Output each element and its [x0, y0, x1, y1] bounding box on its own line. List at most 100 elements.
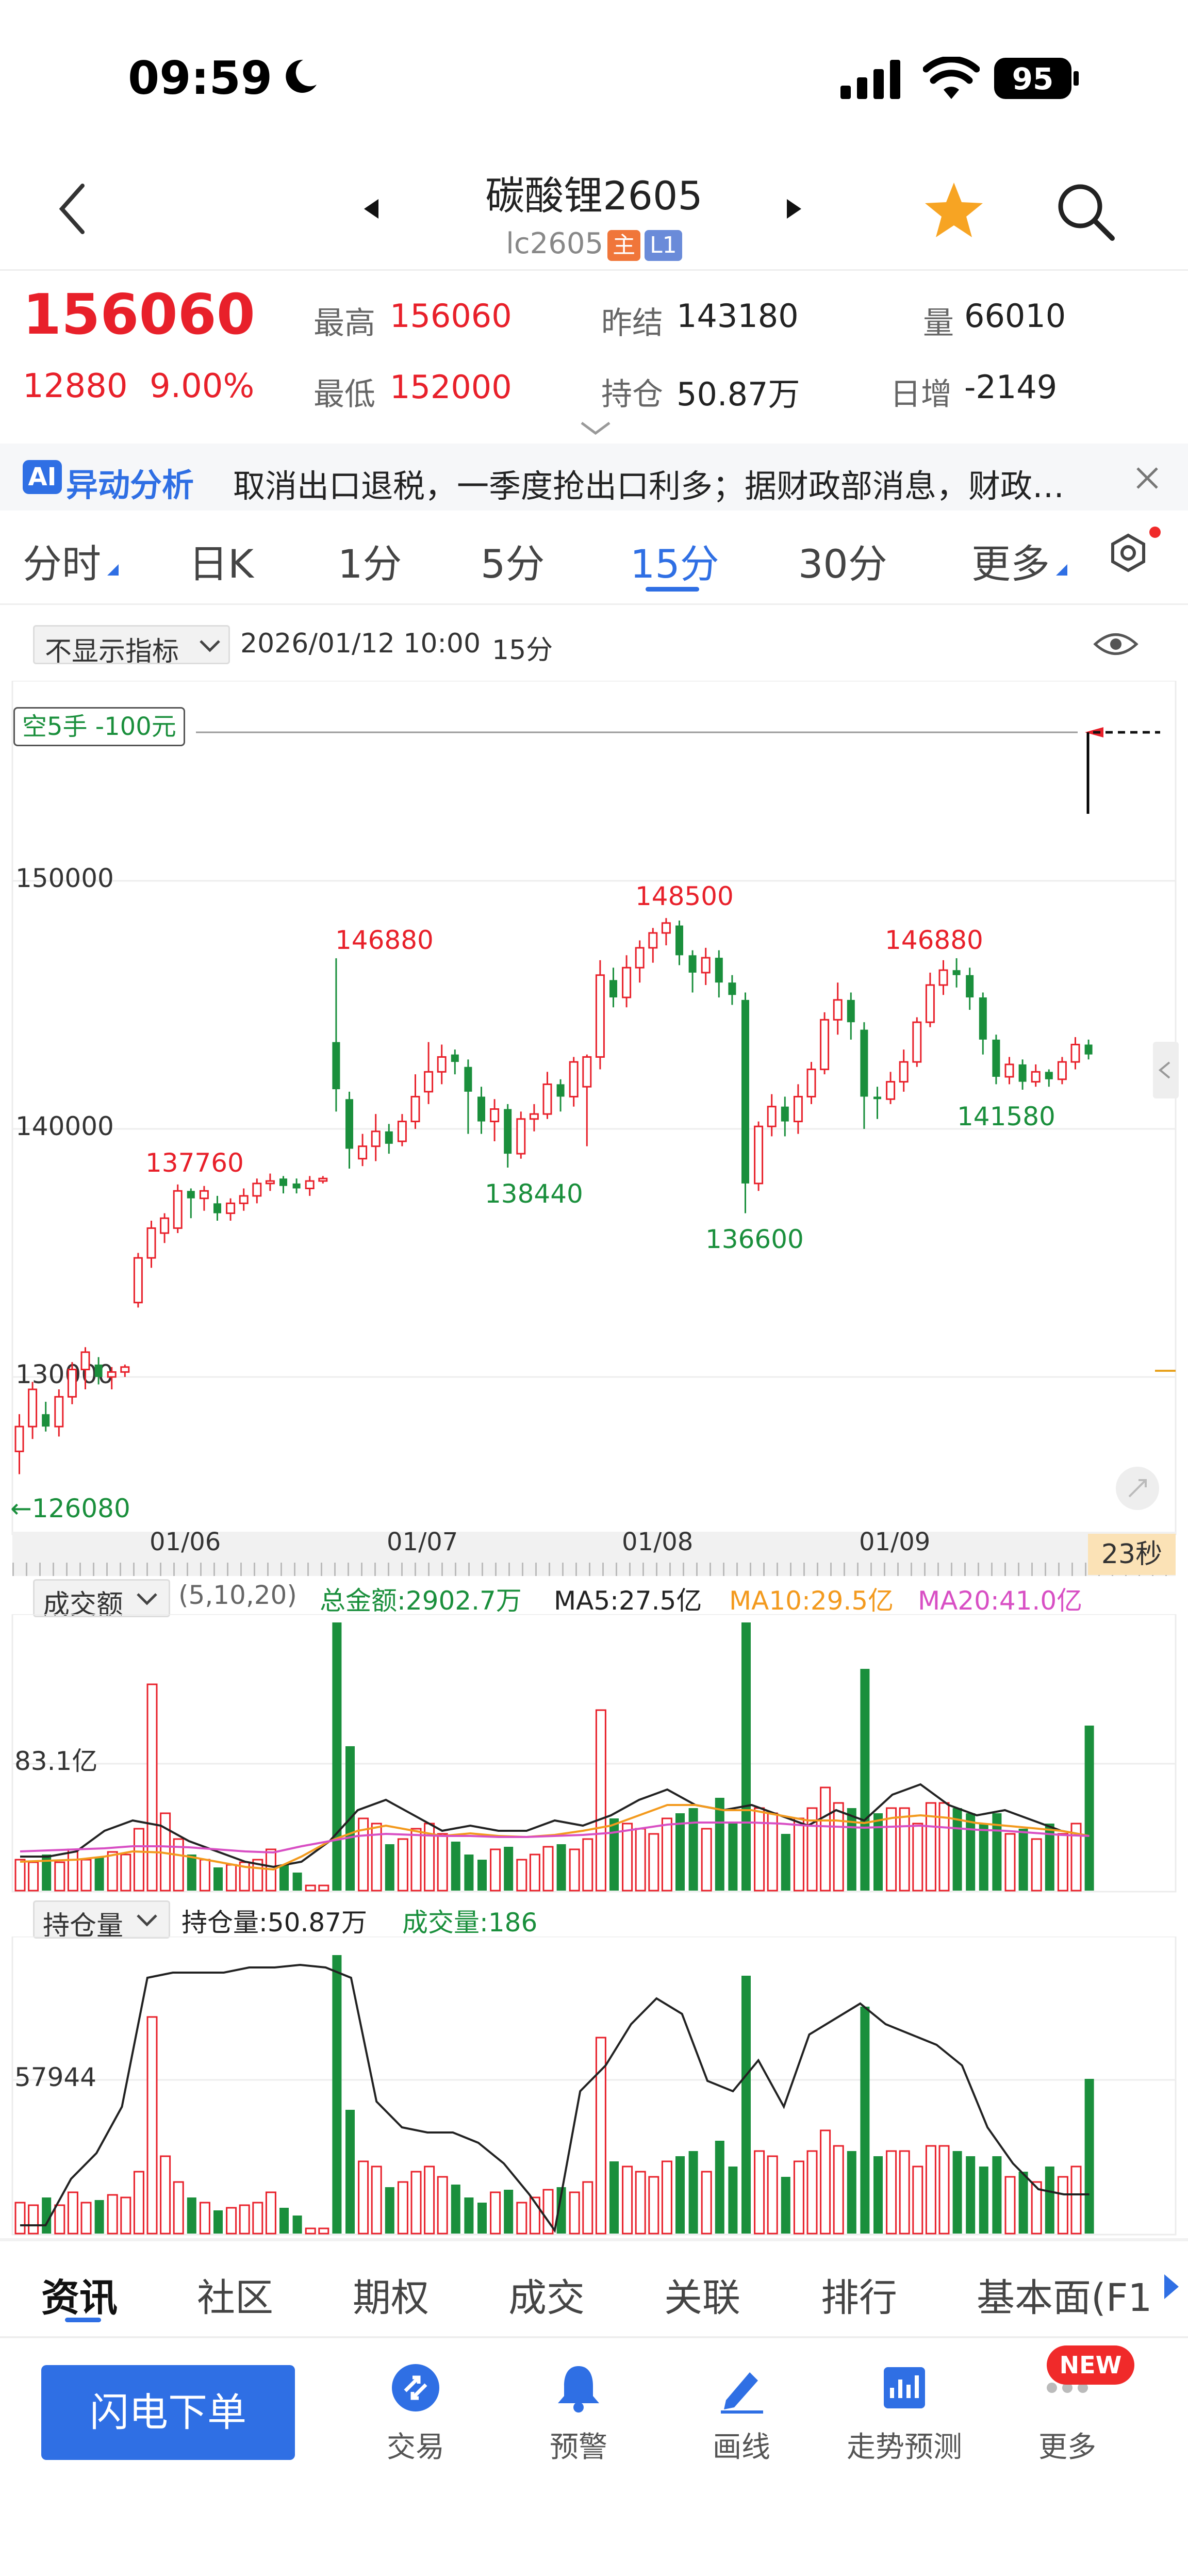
- volume-bar: [966, 2156, 976, 2234]
- next-contract-icon[interactable]: [784, 196, 804, 222]
- tab-daily-k[interactable]: 日K: [189, 532, 254, 589]
- close-icon[interactable]: [1134, 465, 1160, 491]
- tab-15min[interactable]: 15分: [630, 532, 719, 589]
- toolbar-alert[interactable]: 预警: [512, 2362, 646, 2475]
- high-label: 最高: [314, 305, 375, 341]
- volume-bar: [701, 1828, 712, 1892]
- scroll-right-icon[interactable]: [1161, 2271, 1182, 2302]
- tab-trades[interactable]: 成交: [508, 2267, 585, 2322]
- toolbar-trade[interactable]: 交易: [349, 2362, 483, 2475]
- volume-bar: [741, 1622, 751, 1891]
- candle-body: [873, 1096, 881, 1100]
- volume-bar: [648, 2176, 659, 2235]
- favorite-star-icon[interactable]: [923, 181, 985, 240]
- volume-bar: [451, 1842, 460, 1891]
- candle-body: [1057, 1061, 1067, 1080]
- candle-body: [120, 1366, 130, 1373]
- price-change-pct: 9.00%: [150, 367, 255, 405]
- toolbar-draw[interactable]: 画线: [674, 2362, 808, 2475]
- volume-bar: [80, 1859, 92, 1892]
- candle-body: [595, 974, 605, 1058]
- tab-1min[interactable]: 1分: [338, 532, 402, 589]
- tab-ranking[interactable]: 排行: [821, 2267, 897, 2322]
- search-icon[interactable]: [1054, 181, 1116, 242]
- candle-body: [715, 958, 723, 983]
- eye-icon[interactable]: [1092, 628, 1140, 660]
- date-axis-ticks: [12, 1563, 1176, 1576]
- volume-bars-group: [14, 1622, 1094, 1892]
- tab-fundamentals[interactable]: 基本面(F1: [977, 2267, 1157, 2322]
- position-tag[interactable]: 空5手 -100元: [13, 707, 185, 746]
- volume-label: 量: [923, 305, 954, 341]
- volume-bar: [213, 1867, 223, 1891]
- tab-intraday[interactable]: 分时: [23, 532, 101, 589]
- tab-5min[interactable]: 5分: [481, 532, 544, 589]
- volume-bar: [529, 1853, 540, 1892]
- candle-body: [648, 932, 658, 949]
- open-interest-label: 持仓: [601, 376, 663, 413]
- volume-bar: [437, 2176, 448, 2235]
- candle-body: [187, 1191, 195, 1199]
- volume-bar: [675, 2156, 685, 2234]
- volume-bar: [966, 1813, 976, 1891]
- toolbar-forecast[interactable]: 走势预测: [837, 2362, 971, 2475]
- volume-bar: [1057, 2176, 1068, 2235]
- oi-bars-group: [14, 1955, 1094, 2235]
- volume-bar: [42, 2197, 52, 2234]
- candle-body: [437, 1056, 447, 1073]
- volume-bar: [292, 2216, 302, 2234]
- chart-period: 15分: [492, 635, 553, 666]
- expand-chevron-icon[interactable]: [578, 419, 614, 437]
- volume-bar: [226, 1864, 237, 1892]
- open-interest-value: 50.87万: [676, 375, 800, 413]
- volume-bar: [569, 1848, 580, 1892]
- tab-30min[interactable]: 30分: [798, 532, 887, 589]
- candle-body: [477, 1096, 485, 1122]
- indicator-label: 不显示指标: [45, 636, 179, 667]
- candle-body: [1004, 1063, 1014, 1078]
- candle-body: [622, 966, 632, 998]
- volume-bar: [873, 1813, 883, 1891]
- candle-body: [966, 975, 974, 998]
- flash-order-button[interactable]: 闪电下单: [41, 2365, 295, 2460]
- oi-selector[interactable]: 持仓量: [33, 1900, 170, 1942]
- indicator-selector[interactable]: 不显示指标: [33, 625, 230, 667]
- tab-more[interactable]: 更多: [971, 532, 1050, 589]
- side-panel-handle[interactable]: [1153, 1042, 1179, 1098]
- candlestick-chart[interactable]: 150000 140000 130000 146880 148500 14688…: [0, 681, 1188, 1537]
- ai-badge: AI: [23, 460, 62, 494]
- volume-params: (5,10,20): [178, 1580, 297, 1610]
- toolbar-alert-label: 预警: [550, 2431, 607, 2464]
- tab-options[interactable]: 期权: [353, 2267, 429, 2322]
- candle-body: [28, 1388, 38, 1428]
- tab-community[interactable]: 社区: [197, 2267, 273, 2322]
- moon-icon: [286, 59, 317, 93]
- candle-body: [424, 1071, 434, 1093]
- candle-body: [226, 1202, 236, 1215]
- volume-bar: [292, 1873, 302, 1891]
- volume-bar: [767, 1812, 778, 1892]
- volume-bar: [622, 1823, 633, 1892]
- tab-news[interactable]: 资讯: [41, 2267, 118, 2322]
- news-banner[interactable]: AI 异动分析 取消出口退税，一季度抢出口利多；据财政部消息，财政…: [0, 444, 1188, 511]
- volume-bar: [318, 2227, 329, 2235]
- volume-bar: [252, 2202, 263, 2235]
- volume-bar: [187, 1855, 196, 1891]
- tab-related[interactable]: 关联: [664, 2267, 740, 2322]
- trade-icon: [392, 2364, 439, 2411]
- volume-bar: [28, 1861, 39, 1892]
- chart-settings-icon[interactable]: [1101, 526, 1163, 588]
- open-interest-chart[interactable]: 57944: [0, 1937, 1188, 2236]
- tabs-divider: [0, 603, 1188, 605]
- candle-body: [318, 1177, 328, 1182]
- candle-body: [833, 999, 843, 1021]
- candle-body: [847, 999, 855, 1023]
- volume-bar: [226, 2207, 237, 2235]
- candle-body: [609, 980, 617, 998]
- volume-chart[interactable]: 83.1亿: [0, 1614, 1188, 1893]
- volume-bar: [793, 1817, 804, 1892]
- volume-selector[interactable]: 成交额: [33, 1579, 170, 1620]
- volume-bar: [847, 1808, 856, 1891]
- nav-divider: [0, 269, 1188, 271]
- candle-body: [781, 1106, 789, 1122]
